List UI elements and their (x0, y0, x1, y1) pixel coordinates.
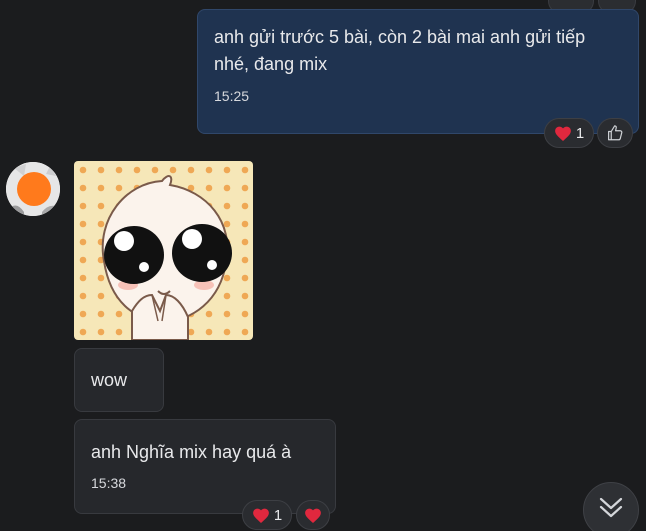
reaction-count: 1 (575, 124, 585, 142)
message-bubble-outgoing[interactable]: anh gửi trước 5 bài, còn 2 bài mai anh g… (197, 9, 639, 134)
reaction-heart-count[interactable]: 1 (242, 500, 292, 530)
cute-pleading-character-sticker (74, 161, 253, 340)
sticker-image[interactable] (74, 161, 253, 340)
message-time: 15:38 (91, 475, 127, 491)
thumbs-up-icon (608, 125, 623, 141)
message-time: 15:25 (214, 88, 250, 104)
like-button[interactable] (597, 118, 633, 148)
message-text: wow (91, 370, 128, 390)
avatar[interactable] (6, 162, 60, 216)
heart-icon (305, 508, 321, 523)
heart-icon (554, 126, 571, 141)
double-chevron-down-icon (599, 497, 623, 518)
avatar-image (6, 162, 60, 216)
reaction-heart-count[interactable]: 1 (544, 118, 594, 148)
scroll-to-bottom-button[interactable] (583, 482, 639, 531)
reaction-count: 1 (273, 506, 283, 524)
message-text: anh Nghĩa mix hay quá à (91, 442, 292, 462)
message-text: anh gửi trước 5 bài, còn 2 bài mai anh g… (214, 27, 586, 74)
chat-view: anh gửi trước 5 bài, còn 2 bài mai anh g… (0, 0, 646, 531)
message-bubble-incoming[interactable]: anh Nghĩa mix hay quá à 15:38 (74, 419, 336, 514)
message-bubble-incoming[interactable]: wow (74, 348, 164, 412)
heart-icon (252, 508, 269, 523)
react-heart-button[interactable] (296, 500, 330, 530)
